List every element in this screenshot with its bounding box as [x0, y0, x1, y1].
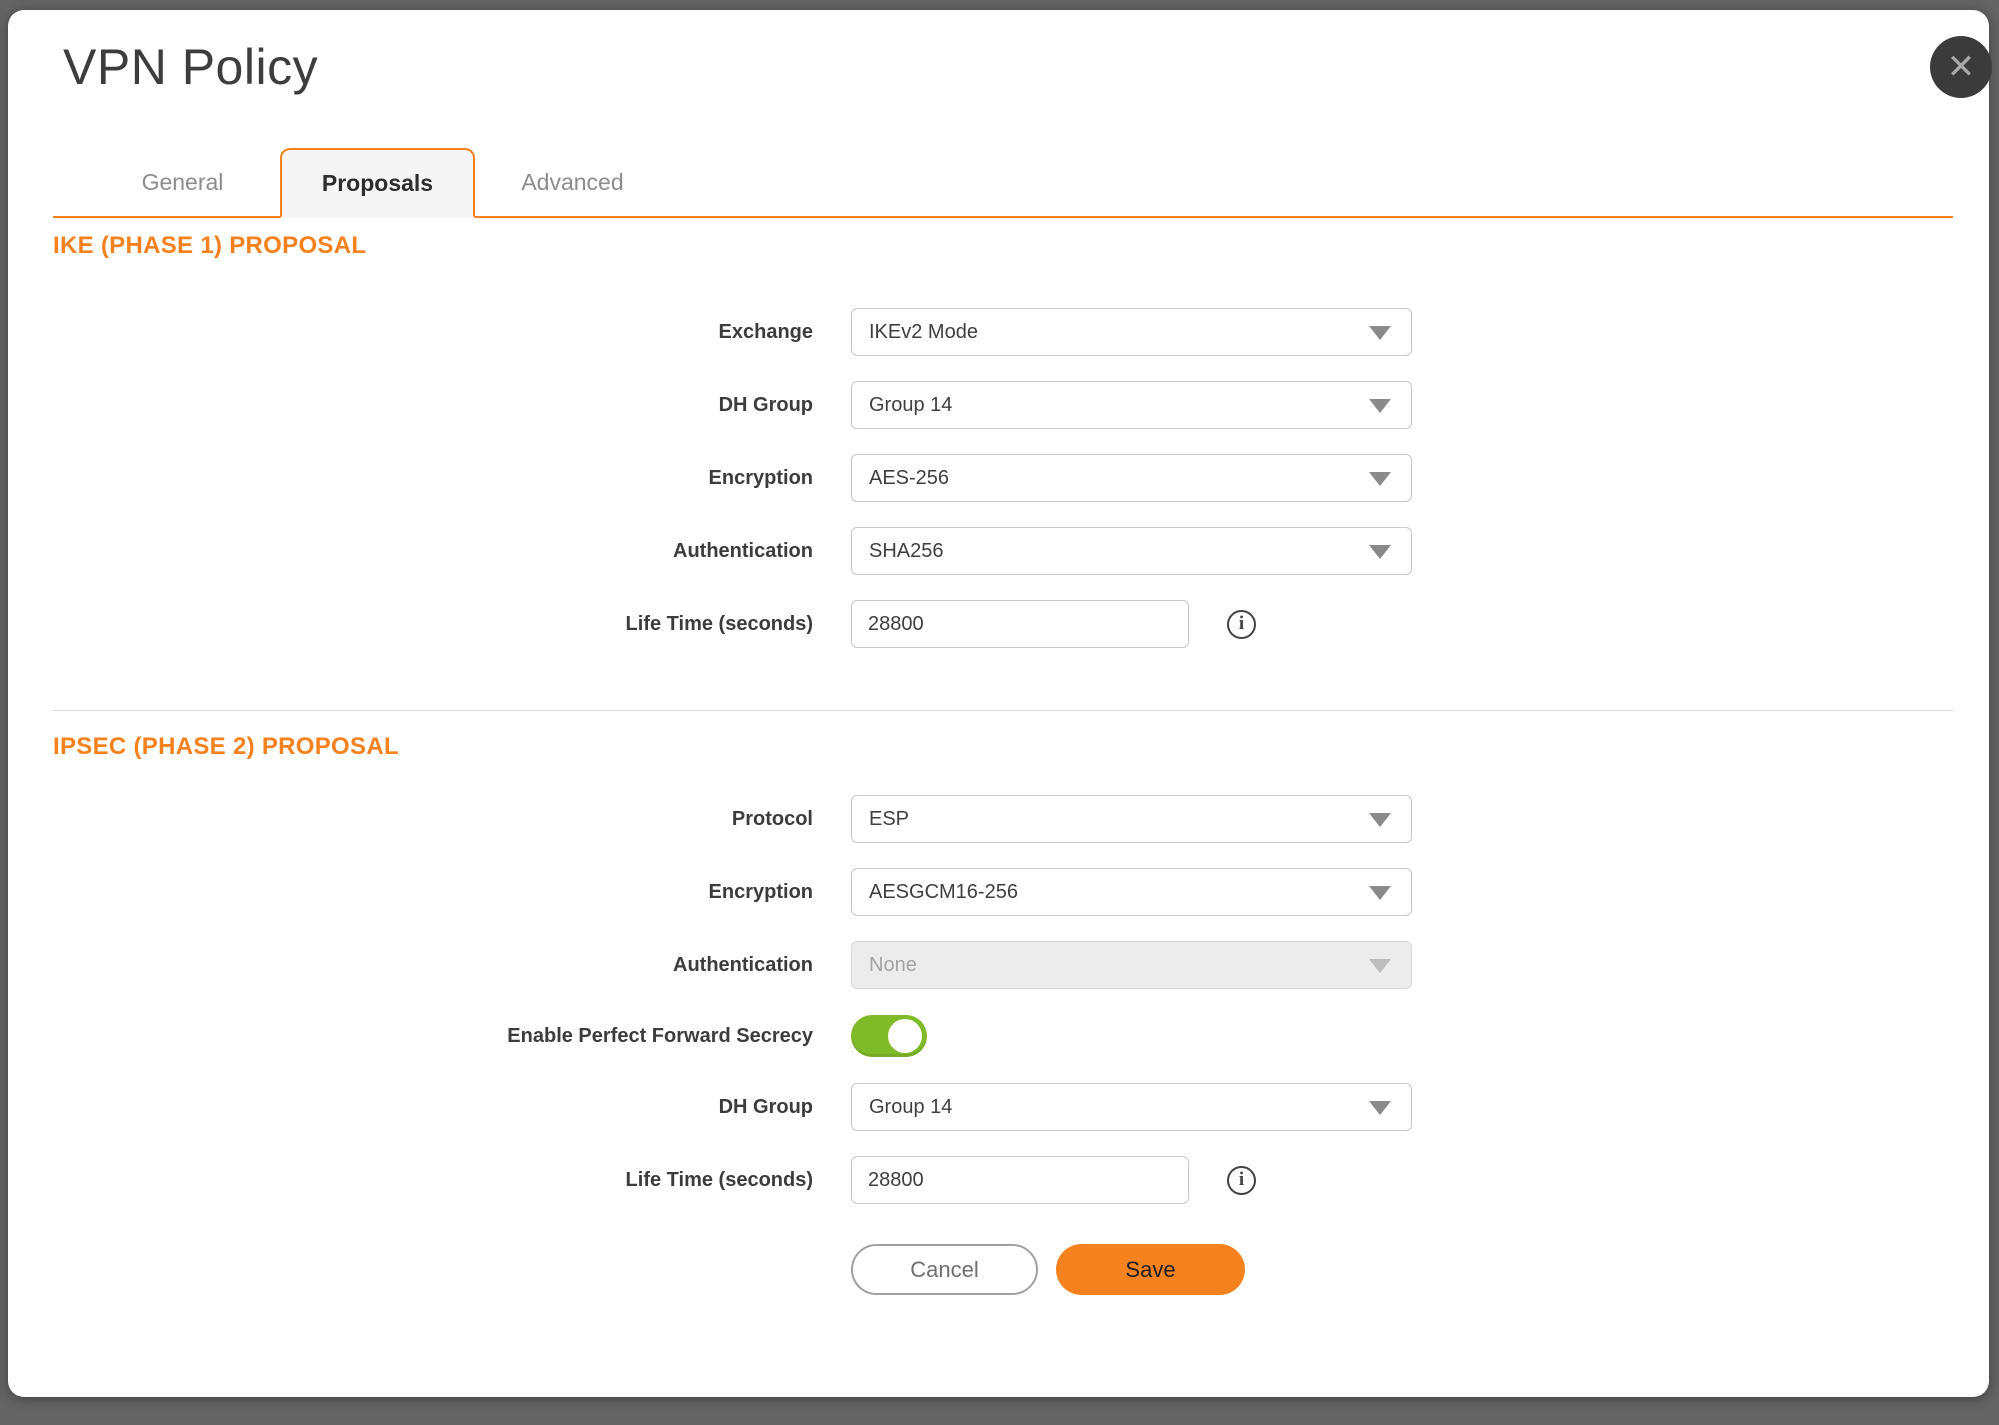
- tab-proposals[interactable]: Proposals: [280, 148, 475, 218]
- encryption-phase2-label: Encryption: [53, 881, 851, 904]
- protocol-row: Protocol ESP: [53, 795, 1953, 843]
- chevron-down-icon: [1369, 472, 1391, 486]
- encryption-phase2-select[interactable]: AESGCM16-256: [851, 868, 1412, 916]
- tab-general[interactable]: General: [85, 148, 280, 216]
- authentication-phase2-select-value: None: [869, 954, 917, 977]
- dialog-footer: Cancel Save: [53, 1244, 1953, 1295]
- dh-group-select-value: Group 14: [869, 394, 952, 417]
- pfs-toggle-knob: [888, 1019, 922, 1053]
- encryption-row: Encryption AES-256: [53, 454, 1953, 502]
- protocol-select-value: ESP: [869, 808, 909, 831]
- protocol-label: Protocol: [53, 808, 851, 831]
- encryption-label: Encryption: [53, 467, 851, 490]
- exchange-select[interactable]: IKEv2 Mode: [851, 308, 1412, 356]
- tab-advanced[interactable]: Advanced: [475, 148, 670, 216]
- life-time-phase2-input[interactable]: [851, 1156, 1189, 1204]
- chevron-down-icon: [1369, 959, 1391, 973]
- dh-group-phase2-row: DH Group Group 14: [53, 1083, 1953, 1131]
- dh-group-select[interactable]: Group 14: [851, 381, 1412, 429]
- authentication-phase2-row: Authentication None: [53, 941, 1953, 989]
- dh-group-label: DH Group: [53, 394, 851, 417]
- cancel-button[interactable]: Cancel: [851, 1244, 1038, 1295]
- save-button[interactable]: Save: [1056, 1244, 1245, 1295]
- authentication-label: Authentication: [53, 540, 851, 563]
- info-icon-glyph: i: [1239, 613, 1244, 635]
- close-button[interactable]: ✕: [1930, 36, 1992, 98]
- info-icon[interactable]: i: [1227, 610, 1256, 639]
- authentication-phase2-select: None: [851, 941, 1412, 989]
- life-time-phase2-row: Life Time (seconds) i: [53, 1156, 1953, 1204]
- tab-general-label: General: [142, 169, 224, 196]
- exchange-row: Exchange IKEv2 Mode: [53, 308, 1953, 356]
- life-time-input[interactable]: [851, 600, 1189, 648]
- info-icon-glyph: i: [1239, 1169, 1244, 1191]
- ike-phase1-rows: Exchange IKEv2 Mode DH Group Group 14 En…: [53, 308, 1953, 648]
- section-divider: [53, 710, 1953, 711]
- exchange-select-value: IKEv2 Mode: [869, 321, 978, 344]
- authentication-row: Authentication SHA256: [53, 527, 1953, 575]
- encryption-select[interactable]: AES-256: [851, 454, 1412, 502]
- pfs-label: Enable Perfect Forward Secrecy: [53, 1025, 851, 1048]
- exchange-label: Exchange: [53, 321, 851, 344]
- life-time-label: Life Time (seconds): [53, 613, 851, 636]
- authentication-phase2-label: Authentication: [53, 954, 851, 977]
- close-icon: ✕: [1947, 47, 1976, 87]
- pfs-toggle[interactable]: [851, 1015, 927, 1057]
- info-icon[interactable]: i: [1227, 1166, 1256, 1195]
- chevron-down-icon: [1369, 886, 1391, 900]
- tab-bar: General Proposals Advanced: [53, 148, 1953, 218]
- ipsec-phase2-rows: Protocol ESP Encryption AESGCM16-256 Aut…: [53, 795, 1953, 1204]
- pfs-row: Enable Perfect Forward Secrecy: [53, 1014, 1953, 1058]
- chevron-down-icon: [1369, 545, 1391, 559]
- dh-group-phase2-label: DH Group: [53, 1096, 851, 1119]
- vpn-policy-modal-screen: VPN Policy General Proposals Advanced IK…: [0, 0, 1999, 1425]
- tab-advanced-label: Advanced: [521, 169, 623, 196]
- chevron-down-icon: [1369, 399, 1391, 413]
- tab-proposals-label: Proposals: [322, 170, 433, 197]
- page-title: VPN Policy: [63, 38, 1953, 96]
- ike-phase1-heading: IKE (PHASE 1) PROPOSAL: [53, 232, 1953, 260]
- dh-group-phase2-select[interactable]: Group 14: [851, 1083, 1412, 1131]
- chevron-down-icon: [1369, 326, 1391, 340]
- authentication-select-value: SHA256: [869, 540, 944, 563]
- protocol-select[interactable]: ESP: [851, 795, 1412, 843]
- ipsec-phase2-heading: IPSEC (PHASE 2) PROPOSAL: [53, 733, 1953, 761]
- chevron-down-icon: [1369, 813, 1391, 827]
- dh-group-row: DH Group Group 14: [53, 381, 1953, 429]
- life-time-phase2-label: Life Time (seconds): [53, 1169, 851, 1192]
- encryption-phase2-row: Encryption AESGCM16-256: [53, 868, 1953, 916]
- encryption-phase2-select-value: AESGCM16-256: [869, 881, 1018, 904]
- vpn-policy-dialog: VPN Policy General Proposals Advanced IK…: [8, 10, 1989, 1397]
- chevron-down-icon: [1369, 1101, 1391, 1115]
- encryption-select-value: AES-256: [869, 467, 949, 490]
- life-time-row: Life Time (seconds) i: [53, 600, 1953, 648]
- dh-group-phase2-select-value: Group 14: [869, 1096, 952, 1119]
- authentication-select[interactable]: SHA256: [851, 527, 1412, 575]
